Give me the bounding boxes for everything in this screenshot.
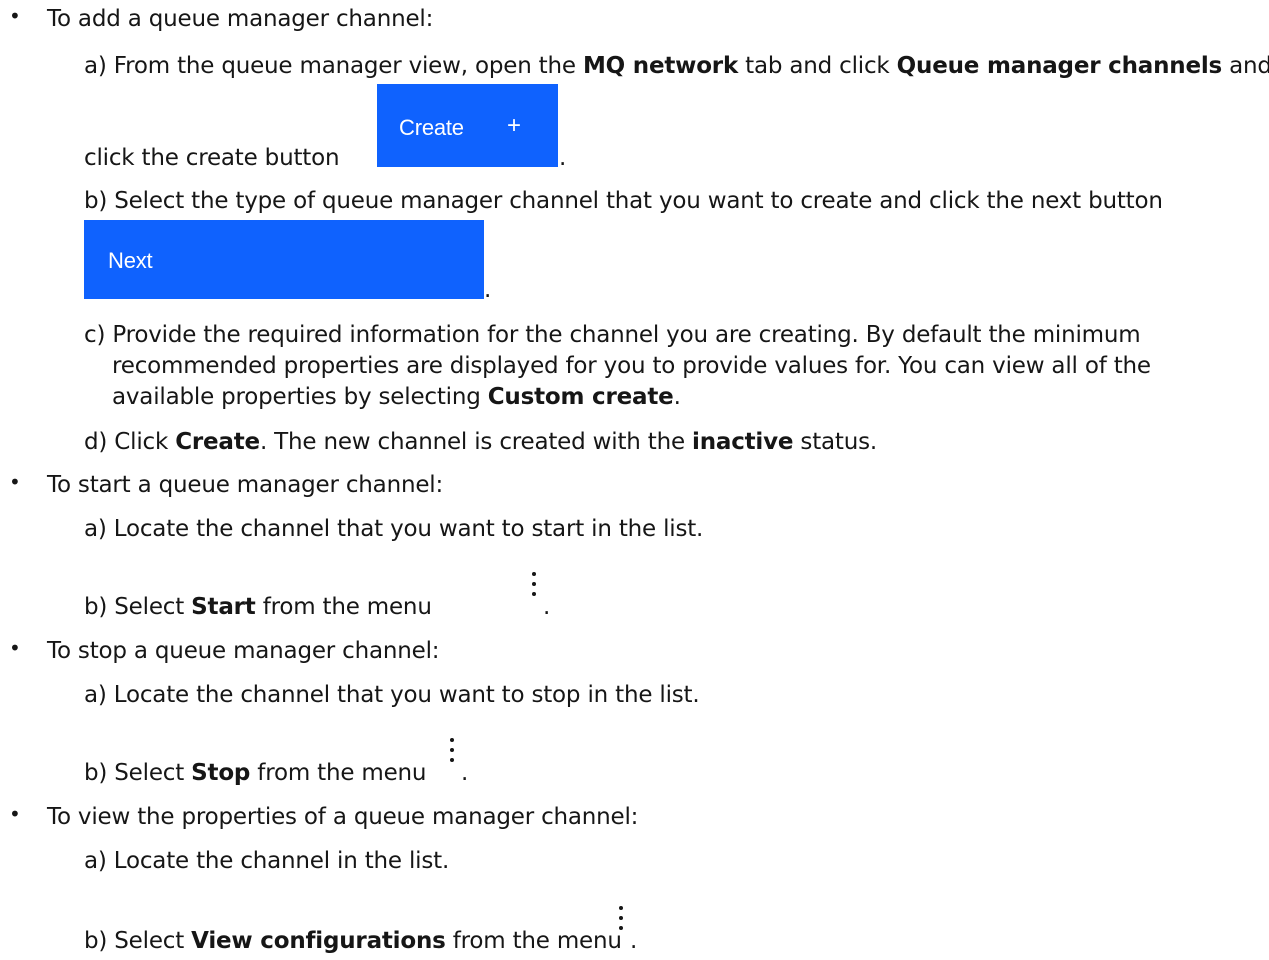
- stop-channel-intro: To stop a queue manager channel:: [47, 638, 440, 664]
- overflow-menu-icon[interactable]: [618, 904, 624, 934]
- overflow-menu-icon[interactable]: [531, 570, 537, 600]
- create-button-label: Create: [399, 115, 464, 140]
- start-channel-intro: To start a queue manager channel:: [47, 472, 444, 498]
- overflow-menu-icon[interactable]: [449, 736, 455, 766]
- period: .: [543, 594, 551, 620]
- add-step-a: a) From the queue manager view, open the…: [84, 53, 1269, 79]
- next-button-label: Next: [108, 248, 153, 273]
- add-step-c-line2: recommended properties are displayed for…: [112, 353, 1151, 379]
- add-step-c-line1: c) Provide the required information for …: [84, 322, 1141, 348]
- add-step-a-continued: click the create button: [84, 145, 340, 171]
- bullet: •: [9, 636, 21, 660]
- start-step-b: b) Select Start from the menu: [84, 594, 432, 620]
- plus-icon: +: [507, 112, 521, 139]
- bullet: •: [9, 4, 21, 28]
- add-step-d: d) Click Create. The new channel is crea…: [84, 429, 878, 455]
- next-button[interactable]: Next: [84, 220, 484, 299]
- add-step-c-line3: available properties by selecting Custom…: [112, 384, 681, 410]
- view-props-intro: To view the properties of a queue manage…: [47, 804, 639, 830]
- period: .: [559, 145, 567, 171]
- bullet: •: [9, 470, 21, 494]
- start-step-a: a) Locate the channel that you want to s…: [84, 516, 704, 542]
- period: .: [484, 277, 492, 303]
- period: .: [461, 760, 469, 786]
- period: .: [630, 928, 638, 954]
- create-button[interactable]: Create +: [377, 84, 558, 167]
- view-step-a: a) Locate the channel in the list.: [84, 848, 450, 874]
- bullet: •: [9, 802, 21, 826]
- add-step-b: b) Select the type of queue manager chan…: [84, 188, 1163, 214]
- stop-step-b: b) Select Stop from the menu: [84, 760, 427, 786]
- view-step-b: b) Select View configurations from the m…: [84, 928, 622, 954]
- stop-step-a: a) Locate the channel that you want to s…: [84, 682, 700, 708]
- add-channel-intro: To add a queue manager channel:: [47, 6, 434, 32]
